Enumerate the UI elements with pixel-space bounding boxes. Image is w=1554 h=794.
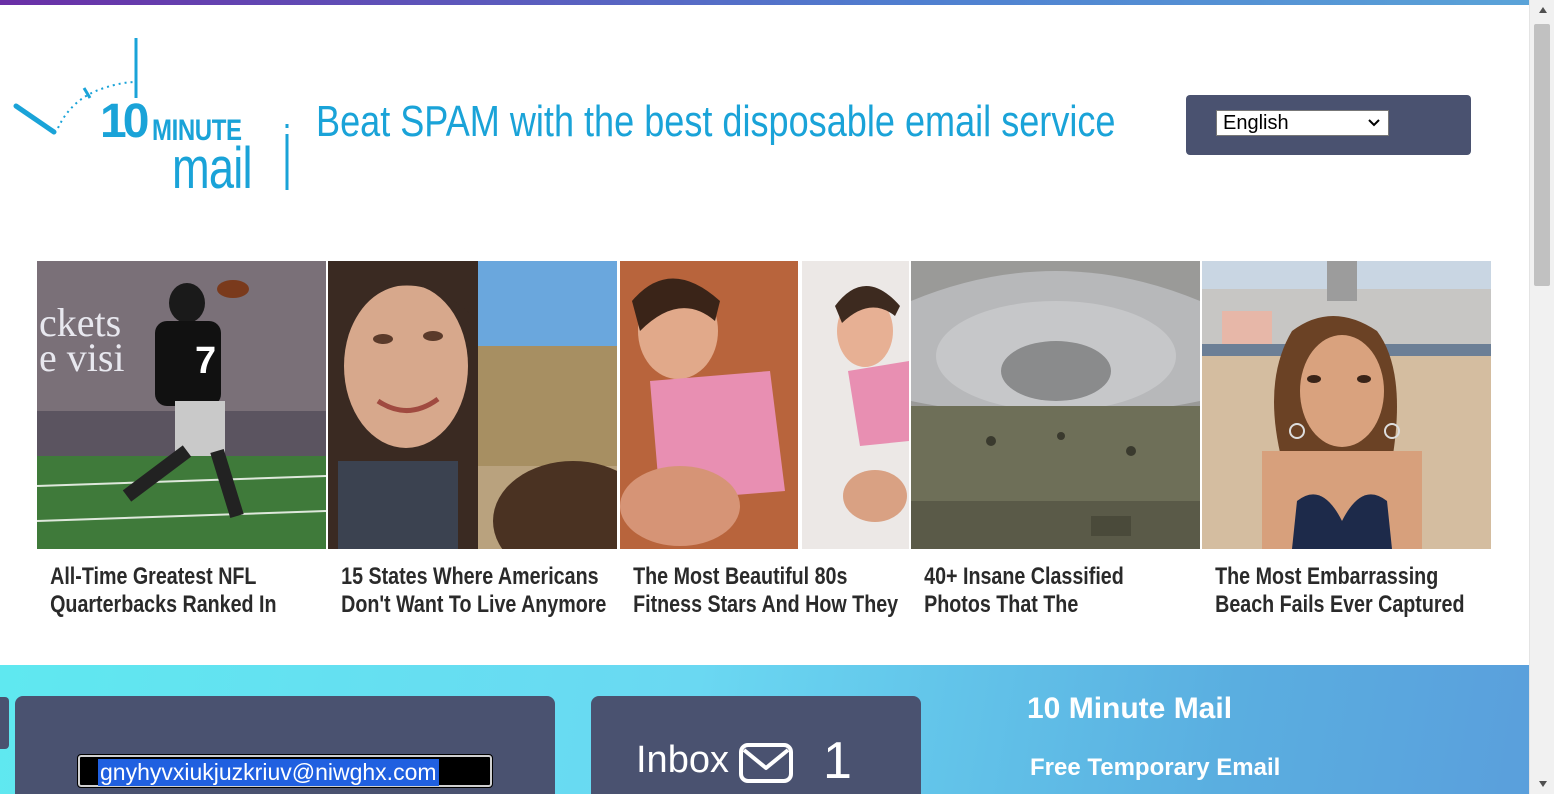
ad-image-classified[interactable]: [911, 261, 1200, 549]
language-select[interactable]: English: [1216, 110, 1389, 136]
ad-caption[interactable]: The Most Beautiful 80s Fitness Stars And…: [620, 563, 899, 619]
logo-number: 10: [100, 95, 149, 148]
envelope-icon[interactable]: [738, 742, 794, 784]
scroll-up-button[interactable]: [1530, 0, 1554, 20]
brand-subtitle: Free Temporary Email: [1030, 754, 1281, 781]
chevron-down-icon: [1368, 119, 1380, 127]
svg-text:e visi: e visi: [39, 335, 125, 380]
ad-image-fitness[interactable]: [620, 261, 909, 549]
page: 10 MINUTE mail Beat SPAM with the best d…: [0, 0, 1529, 794]
inbox-count: 1: [823, 732, 852, 790]
ad-caption-line: The Most Beautiful 80s: [633, 563, 848, 590]
ad-caption[interactable]: All-Time Greatest NFL Quarterbacks Ranke…: [37, 563, 316, 619]
ad-card[interactable]: 15 States Where Americans Don't Want To …: [328, 261, 617, 619]
ad-caption-line: All-Time Greatest NFL: [50, 563, 257, 590]
logo-word-mail: mail: [172, 136, 253, 201]
site-logo[interactable]: 10 MINUTE mail: [12, 36, 302, 201]
ad-caption-line: Fitness Stars And How They: [633, 591, 899, 618]
ad-card[interactable]: The Most Beautiful 80s Fitness Stars And…: [620, 261, 909, 619]
brand-title: 10 Minute Mail: [1027, 692, 1233, 725]
email-address-field[interactable]: gnyhyvxiukjuzkriuv@niwghx.com: [77, 754, 493, 788]
scrollbar-thumb[interactable]: [1534, 24, 1550, 286]
scroll-down-button[interactable]: [1530, 774, 1554, 794]
ad-image-beach[interactable]: [1202, 261, 1491, 549]
ad-card[interactable]: ckets e visi 7 All-Time Greatest NFL Qua…: [37, 261, 326, 619]
tagline: Beat SPAM with the best disposable email…: [316, 97, 1116, 146]
ad-caption-line: 15 States Where Americans: [341, 563, 599, 590]
language-selected-value: English: [1223, 112, 1289, 134]
ad-caption[interactable]: 15 States Where Americans Don't Want To …: [328, 563, 607, 619]
ad-caption-line: 40+ Insane Classified: [924, 563, 1124, 590]
svg-text:7: 7: [195, 340, 216, 382]
ad-card[interactable]: The Most Embarrassing Beach Fails Ever C…: [1202, 261, 1491, 619]
language-panel: English: [1186, 95, 1471, 155]
top-accent-bar: [0, 0, 1529, 5]
ad-card[interactable]: 40+ Insane Classified Photos That The: [911, 261, 1200, 619]
email-address-text[interactable]: gnyhyvxiukjuzkriuv@niwghx.com: [98, 759, 439, 786]
ad-caption-line: Don't Want To Live Anymore: [341, 591, 607, 618]
ad-image-football[interactable]: ckets e visi 7: [37, 261, 326, 549]
inbox-label[interactable]: Inbox: [636, 741, 729, 779]
scroll-down-icon: [1538, 781, 1547, 787]
ad-caption[interactable]: The Most Embarrassing Beach Fails Ever C…: [1202, 563, 1481, 619]
ad-caption[interactable]: 40+ Insane Classified Photos That The: [911, 563, 1190, 619]
ad-caption-line: Quarterbacks Ranked In: [50, 591, 277, 618]
ad-caption-line: Photos That The: [924, 591, 1079, 618]
ad-image-selfie[interactable]: [328, 261, 617, 549]
ad-caption-line: Beach Fails Ever Captured: [1215, 591, 1465, 618]
scroll-up-icon: [1538, 7, 1547, 13]
vertical-scrollbar[interactable]: [1529, 0, 1554, 794]
side-tab[interactable]: [0, 697, 9, 749]
ad-caption-line: The Most Embarrassing: [1215, 563, 1439, 590]
